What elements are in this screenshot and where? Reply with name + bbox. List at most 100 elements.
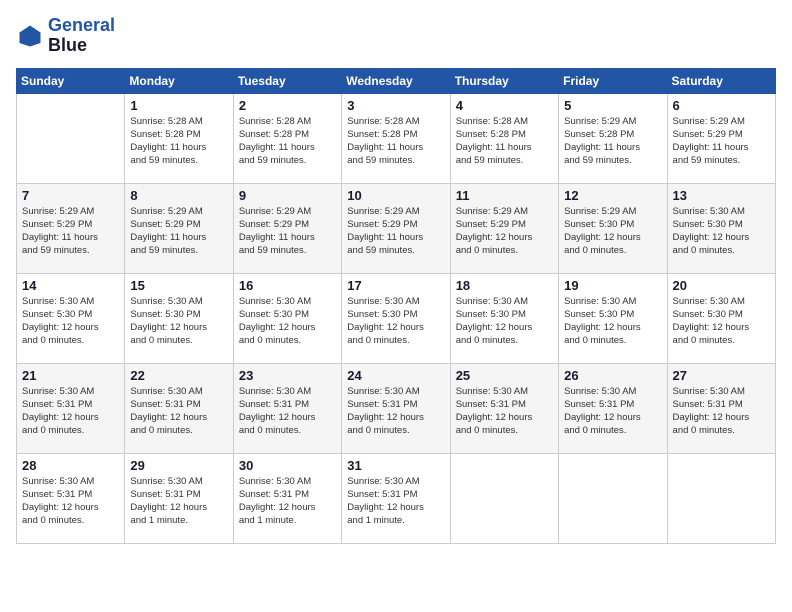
- day-info: Sunrise: 5:29 AM Sunset: 5:29 PM Dayligh…: [22, 205, 119, 258]
- day-number: 23: [239, 368, 336, 383]
- header-cell-friday: Friday: [559, 68, 667, 93]
- day-number: 31: [347, 458, 444, 473]
- header-cell-sunday: Sunday: [17, 68, 125, 93]
- day-info: Sunrise: 5:30 AM Sunset: 5:30 PM Dayligh…: [22, 295, 119, 348]
- day-number: 25: [456, 368, 553, 383]
- day-info: Sunrise: 5:30 AM Sunset: 5:30 PM Dayligh…: [239, 295, 336, 348]
- day-cell: 15 Sunrise: 5:30 AM Sunset: 5:30 PM Dayli…: [125, 273, 233, 363]
- day-info: Sunrise: 5:30 AM Sunset: 5:30 PM Dayligh…: [673, 205, 770, 258]
- day-cell: 18 Sunrise: 5:30 AM Sunset: 5:30 PM Dayli…: [450, 273, 558, 363]
- day-cell: 9Sunrise: 5:29 AM Sunset: 5:29 PM Daylig…: [233, 183, 341, 273]
- day-number: 30: [239, 458, 336, 473]
- header-cell-monday: Monday: [125, 68, 233, 93]
- calendar-table: SundayMondayTuesdayWednesdayThursdayFrid…: [16, 68, 776, 544]
- day-number: 17: [347, 278, 444, 293]
- day-info: Sunrise: 5:30 AM Sunset: 5:31 PM Dayligh…: [130, 385, 227, 438]
- day-info: Sunrise: 5:30 AM Sunset: 5:31 PM Dayligh…: [673, 385, 770, 438]
- logo-icon: [16, 22, 44, 50]
- day-info: Sunrise: 5:28 AM Sunset: 5:28 PM Dayligh…: [347, 115, 444, 168]
- logo-text: General Blue: [48, 16, 115, 56]
- day-cell: 30Sunrise: 5:30 AM Sunset: 5:31 PM Dayli…: [233, 453, 341, 543]
- day-info: Sunrise: 5:30 AM Sunset: 5:31 PM Dayligh…: [347, 475, 444, 528]
- day-cell: 3Sunrise: 5:28 AM Sunset: 5:28 PM Daylig…: [342, 93, 450, 183]
- day-number: 6: [673, 98, 770, 113]
- day-cell: [667, 453, 775, 543]
- calendar-body: 1Sunrise: 5:28 AM Sunset: 5:28 PM Daylig…: [17, 93, 776, 543]
- day-info: Sunrise: 5:29 AM Sunset: 5:29 PM Dayligh…: [130, 205, 227, 258]
- day-number: 19: [564, 278, 661, 293]
- page-header: General Blue: [16, 16, 776, 56]
- logo: General Blue: [16, 16, 115, 56]
- day-cell: 12Sunrise: 5:29 AM Sunset: 5:30 PM Dayli…: [559, 183, 667, 273]
- day-info: Sunrise: 5:29 AM Sunset: 5:29 PM Dayligh…: [239, 205, 336, 258]
- header-row: SundayMondayTuesdayWednesdayThursdayFrid…: [17, 68, 776, 93]
- day-info: Sunrise: 5:30 AM Sunset: 5:31 PM Dayligh…: [22, 475, 119, 528]
- day-cell: 10 Sunrise: 5:29 AM Sunset: 5:29 PM Dayli…: [342, 183, 450, 273]
- day-number: 4: [456, 98, 553, 113]
- day-cell: 4 Sunrise: 5:28 AM Sunset: 5:28 PM Daylig…: [450, 93, 558, 183]
- day-cell: 24Sunrise: 5:30 AM Sunset: 5:31 PM Dayli…: [342, 363, 450, 453]
- day-number: 28: [22, 458, 119, 473]
- day-cell: 11 Sunrise: 5:29 AM Sunset: 5:29 PM Dayli…: [450, 183, 558, 273]
- calendar-header: SundayMondayTuesdayWednesdayThursdayFrid…: [17, 68, 776, 93]
- week-row-1: 7 Sunrise: 5:29 AM Sunset: 5:29 PM Daylig…: [17, 183, 776, 273]
- day-cell: [559, 453, 667, 543]
- day-number: 22: [130, 368, 227, 383]
- day-number: 8: [130, 188, 227, 203]
- week-row-4: 28 Sunrise: 5:30 AM Sunset: 5:31 PM Dayli…: [17, 453, 776, 543]
- day-info: Sunrise: 5:30 AM Sunset: 5:30 PM Dayligh…: [347, 295, 444, 348]
- day-info: Sunrise: 5:29 AM Sunset: 5:29 PM Dayligh…: [673, 115, 770, 168]
- day-info: Sunrise: 5:29 AM Sunset: 5:29 PM Dayligh…: [456, 205, 553, 258]
- day-info: Sunrise: 5:28 AM Sunset: 5:28 PM Dayligh…: [239, 115, 336, 168]
- day-number: 21: [22, 368, 119, 383]
- day-info: Sunrise: 5:30 AM Sunset: 5:31 PM Dayligh…: [456, 385, 553, 438]
- day-cell: [450, 453, 558, 543]
- day-info: Sunrise: 5:30 AM Sunset: 5:30 PM Dayligh…: [564, 295, 661, 348]
- header-cell-saturday: Saturday: [667, 68, 775, 93]
- day-cell: 6 Sunrise: 5:29 AM Sunset: 5:29 PM Daylig…: [667, 93, 775, 183]
- day-number: 16: [239, 278, 336, 293]
- day-cell: 27 Sunrise: 5:30 AM Sunset: 5:31 PM Dayli…: [667, 363, 775, 453]
- day-number: 18: [456, 278, 553, 293]
- day-info: Sunrise: 5:30 AM Sunset: 5:31 PM Dayligh…: [564, 385, 661, 438]
- day-number: 2: [239, 98, 336, 113]
- day-cell: 31 Sunrise: 5:30 AM Sunset: 5:31 PM Dayli…: [342, 453, 450, 543]
- day-info: Sunrise: 5:29 AM Sunset: 5:29 PM Dayligh…: [347, 205, 444, 258]
- day-cell: 29Sunrise: 5:30 AM Sunset: 5:31 PM Dayli…: [125, 453, 233, 543]
- day-info: Sunrise: 5:30 AM Sunset: 5:30 PM Dayligh…: [673, 295, 770, 348]
- week-row-2: 14 Sunrise: 5:30 AM Sunset: 5:30 PM Dayli…: [17, 273, 776, 363]
- day-info: Sunrise: 5:30 AM Sunset: 5:31 PM Dayligh…: [239, 385, 336, 438]
- day-cell: 25 Sunrise: 5:30 AM Sunset: 5:31 PM Dayli…: [450, 363, 558, 453]
- day-info: Sunrise: 5:30 AM Sunset: 5:30 PM Dayligh…: [456, 295, 553, 348]
- day-cell: 13Sunrise: 5:30 AM Sunset: 5:30 PM Dayli…: [667, 183, 775, 273]
- day-info: Sunrise: 5:30 AM Sunset: 5:30 PM Dayligh…: [130, 295, 227, 348]
- day-cell: 14 Sunrise: 5:30 AM Sunset: 5:30 PM Dayli…: [17, 273, 125, 363]
- day-cell: 20Sunrise: 5:30 AM Sunset: 5:30 PM Dayli…: [667, 273, 775, 363]
- day-info: Sunrise: 5:30 AM Sunset: 5:31 PM Dayligh…: [347, 385, 444, 438]
- day-number: 12: [564, 188, 661, 203]
- day-number: 10: [347, 188, 444, 203]
- week-row-0: 1Sunrise: 5:28 AM Sunset: 5:28 PM Daylig…: [17, 93, 776, 183]
- week-row-3: 21 Sunrise: 5:30 AM Sunset: 5:31 PM Dayli…: [17, 363, 776, 453]
- day-cell: [17, 93, 125, 183]
- day-cell: 17 Sunrise: 5:30 AM Sunset: 5:30 PM Dayli…: [342, 273, 450, 363]
- day-number: 14: [22, 278, 119, 293]
- day-cell: 7 Sunrise: 5:29 AM Sunset: 5:29 PM Daylig…: [17, 183, 125, 273]
- day-cell: 1Sunrise: 5:28 AM Sunset: 5:28 PM Daylig…: [125, 93, 233, 183]
- header-cell-tuesday: Tuesday: [233, 68, 341, 93]
- day-info: Sunrise: 5:28 AM Sunset: 5:28 PM Dayligh…: [456, 115, 553, 168]
- day-number: 15: [130, 278, 227, 293]
- day-cell: 26 Sunrise: 5:30 AM Sunset: 5:31 PM Dayli…: [559, 363, 667, 453]
- day-number: 27: [673, 368, 770, 383]
- day-info: Sunrise: 5:29 AM Sunset: 5:28 PM Dayligh…: [564, 115, 661, 168]
- day-number: 26: [564, 368, 661, 383]
- day-cell: 19 Sunrise: 5:30 AM Sunset: 5:30 PM Dayli…: [559, 273, 667, 363]
- header-cell-thursday: Thursday: [450, 68, 558, 93]
- day-number: 11: [456, 188, 553, 203]
- day-cell: 22 Sunrise: 5:30 AM Sunset: 5:31 PM Dayli…: [125, 363, 233, 453]
- day-number: 5: [564, 98, 661, 113]
- day-cell: 21 Sunrise: 5:30 AM Sunset: 5:31 PM Dayli…: [17, 363, 125, 453]
- day-info: Sunrise: 5:30 AM Sunset: 5:31 PM Dayligh…: [22, 385, 119, 438]
- day-number: 7: [22, 188, 119, 203]
- day-cell: 28 Sunrise: 5:30 AM Sunset: 5:31 PM Dayli…: [17, 453, 125, 543]
